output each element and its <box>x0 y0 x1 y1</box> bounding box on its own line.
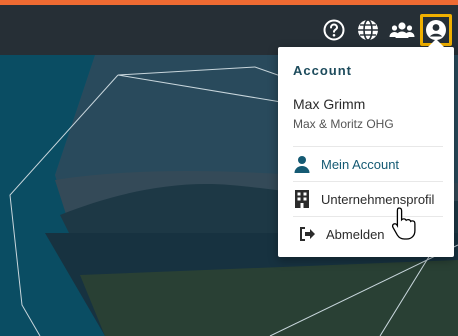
menu-item-label: Mein Account <box>321 156 400 172</box>
menu-divider <box>293 146 443 147</box>
menu-item-my-account[interactable]: Mein Account <box>293 151 448 177</box>
building-icon <box>293 190 311 208</box>
hand-pointer-cursor-icon <box>391 207 416 240</box>
account-circle-icon <box>426 20 446 40</box>
menu-item-sign-out[interactable]: Abmelden <box>298 221 453 247</box>
menu-divider <box>293 216 443 217</box>
account-dropdown-menu: Account Max Grimm Max & Moritz OHG Mein … <box>278 39 454 257</box>
user-name: Max Grimm <box>293 96 366 112</box>
person-icon <box>293 155 311 173</box>
sign-out-icon <box>298 225 316 243</box>
company-name: Max & Moritz OHG <box>293 117 394 131</box>
menu-divider <box>293 181 443 182</box>
users-icon[interactable] <box>388 16 416 44</box>
help-icon[interactable] <box>320 16 348 44</box>
globe-icon[interactable] <box>354 16 382 44</box>
menu-item-label: Abmelden <box>326 226 385 242</box>
account-menu-heading: Account <box>293 63 352 78</box>
menu-item-label: Unternehmensprofil <box>321 191 435 207</box>
menu-item-company-profile[interactable]: Unternehmensprofil <box>293 186 448 212</box>
